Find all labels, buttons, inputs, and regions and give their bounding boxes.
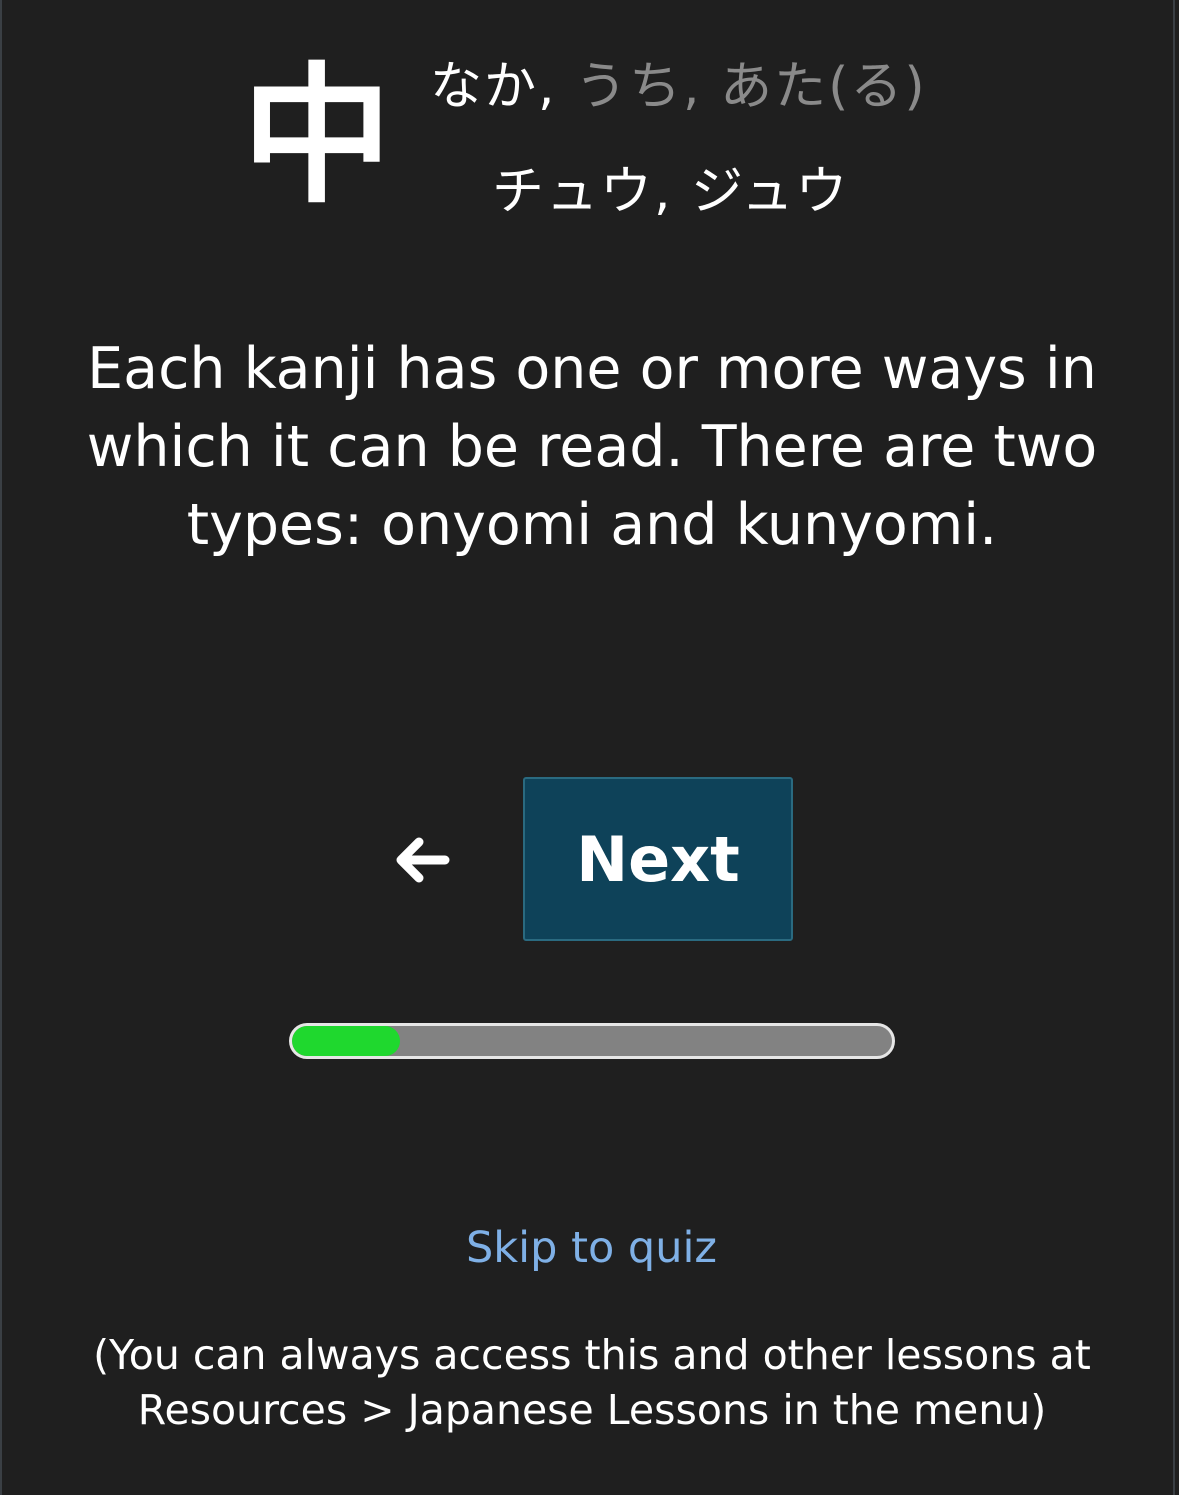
kunyomi-secondary: うち, あた(る) bbox=[556, 57, 927, 117]
kunyomi-primary: なか, bbox=[430, 57, 557, 117]
back-button[interactable] bbox=[386, 822, 458, 898]
lesson-explanation: Each kanji has one or more ways in which… bbox=[86, 336, 1098, 558]
kunyomi-readings: なか, うち, あた(る) bbox=[430, 55, 927, 119]
onyomi-readings: チュウ, ジュウ bbox=[492, 162, 850, 222]
next-button[interactable]: Next bbox=[523, 777, 793, 941]
arrow-left-icon bbox=[396, 837, 450, 883]
lessons-location-note: (You can always access this and other le… bbox=[93, 1331, 1091, 1434]
kanji-character: 中 bbox=[242, 50, 393, 224]
lesson-progress-bar bbox=[289, 1023, 895, 1059]
skip-to-quiz-link[interactable]: Skip to quiz bbox=[2, 1218, 1179, 1278]
lesson-progress-fill bbox=[292, 1026, 400, 1056]
lesson-container: 中 なか, うち, あた(る) チュウ, ジュウ Each kanji has … bbox=[0, 0, 1175, 1495]
